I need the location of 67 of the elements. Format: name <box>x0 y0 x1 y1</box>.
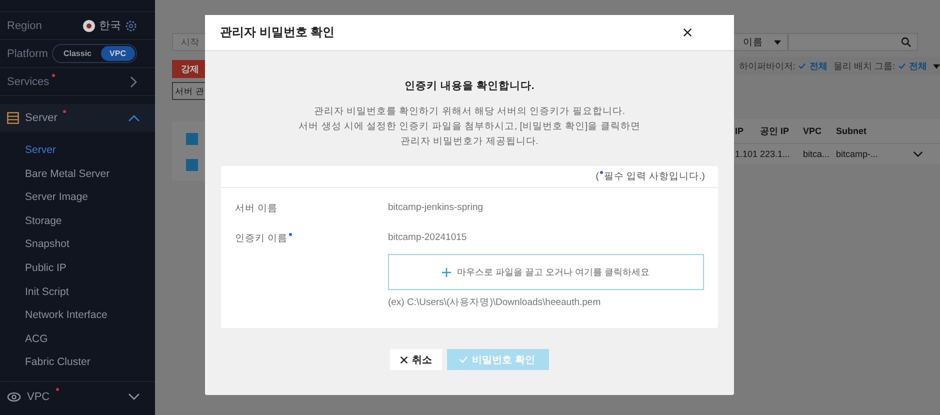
menu-item[interactable]: Snapshot <box>25 237 155 252</box>
search-field[interactable] <box>788 33 918 51</box>
description-line: 관리자 비밀번호가 제공됩니다. <box>400 135 538 148</box>
menu-item[interactable]: Public IP <box>25 260 155 276</box>
close-icon <box>400 356 408 364</box>
plus-icon <box>442 268 452 276</box>
table-cell-text: bitca... <box>802 149 830 159</box>
column-header[interactable]: Subnet <box>836 126 894 136</box>
description-line: 관리자 비밀번호를 확인하기 위해서 해당 서버의 인증키가 필요합니다. <box>314 105 626 118</box>
manage-button[interactable]: 서버 관 <box>172 82 205 100</box>
dialog-heading: 인증키 내용을 확인합니다. <box>404 79 534 93</box>
description-line: 서버 생성 시에 설정한 인증키 파일을 첨부하시고, [비밀번호 확인]을 클릭하면 <box>298 120 640 133</box>
search-field[interactable]: 시작 <box>172 33 205 51</box>
filter-label: 물리 배치 그룹: <box>833 60 895 72</box>
required-note: ( 필수 입력 사항입니다.) <box>596 170 706 184</box>
dropzone-text: 마우스로 파일을 끌고 오거나 여기를 클릭하세요 <box>457 266 650 278</box>
services-label[interactable]: Services <box>7 76 50 88</box>
column-header[interactable]: 공인 IP <box>760 124 800 138</box>
column-header[interactable]: VPC <box>802 126 833 136</box>
search-icon <box>900 37 911 47</box>
table-cell-text: bitcamp-... <box>836 149 879 159</box>
menu-item[interactable]: Storage <box>25 214 155 228</box>
search-type-dropdown[interactable]: 이름 <box>734 33 788 51</box>
field-value: bitcamp-20241015 <box>388 232 467 245</box>
file-dropzone[interactable]: 마우스로 파일을 끌고 오거나 여기를 클릭하세요 <box>388 254 704 290</box>
platform-option[interactable]: Classic <box>54 46 101 61</box>
menu-item[interactable]: Init Script <box>25 284 155 300</box>
vpc-section-header[interactable]: VPC <box>0 381 155 415</box>
menu-item[interactable]: ACG <box>25 332 155 346</box>
column-header[interactable]: IP <box>734 126 757 136</box>
server-section-label: Server <box>25 112 58 124</box>
vpc-section-label: VPC <box>27 391 50 403</box>
settings-icon[interactable] <box>124 20 137 32</box>
menu-item[interactable]: Fabric Cluster <box>25 355 155 370</box>
check-icon <box>459 356 468 363</box>
region-value[interactable]: 한국 <box>98 18 121 33</box>
field-label: 서버 이름 <box>234 202 279 216</box>
filter-label: 하이퍼바이저: <box>738 60 796 72</box>
check-icon <box>798 63 806 69</box>
field-value: bitcamp-jenkins-spring <box>388 202 484 215</box>
dialog-title: 관리자 비밀번호 확인 <box>220 24 335 41</box>
field-label: 인증키 이름 <box>234 232 388 262</box>
force-button[interactable]: 강제 <box>172 60 205 78</box>
table-cell: 1.101 <box>734 149 757 159</box>
caret-icon[interactable] <box>933 64 940 68</box>
chevron-icon <box>128 393 140 401</box>
chevron-right-icon[interactable] <box>128 76 137 88</box>
close-icon[interactable] <box>682 28 692 37</box>
menu-item[interactable]: Server <box>25 143 155 158</box>
menu-item[interactable]: Network Interface <box>25 308 155 323</box>
cancel-button[interactable]: 취소 <box>390 349 442 370</box>
platform-label: Platform <box>7 48 48 60</box>
chevron-down-icon[interactable] <box>913 150 924 158</box>
server-icon <box>7 112 19 124</box>
menu-item[interactable]: Bare Metal Server <box>25 166 155 182</box>
path-hint: (ex) C:\Users\(사용자명)\Downloads\heeauth.pem <box>388 296 602 309</box>
checkbox[interactable] <box>186 159 198 171</box>
server-section-header[interactable]: Server <box>0 104 155 132</box>
menu-item[interactable]: Server Image <box>25 190 155 205</box>
region-label: Region <box>7 20 42 32</box>
platform-option[interactable]: VPC <box>100 46 135 61</box>
chevron-icon <box>128 114 140 122</box>
flag-icon <box>82 20 95 32</box>
caret-icon <box>774 40 781 44</box>
check-icon <box>898 63 906 69</box>
table-cell-text: 223.1... <box>760 149 791 159</box>
checkbox[interactable] <box>186 133 198 145</box>
